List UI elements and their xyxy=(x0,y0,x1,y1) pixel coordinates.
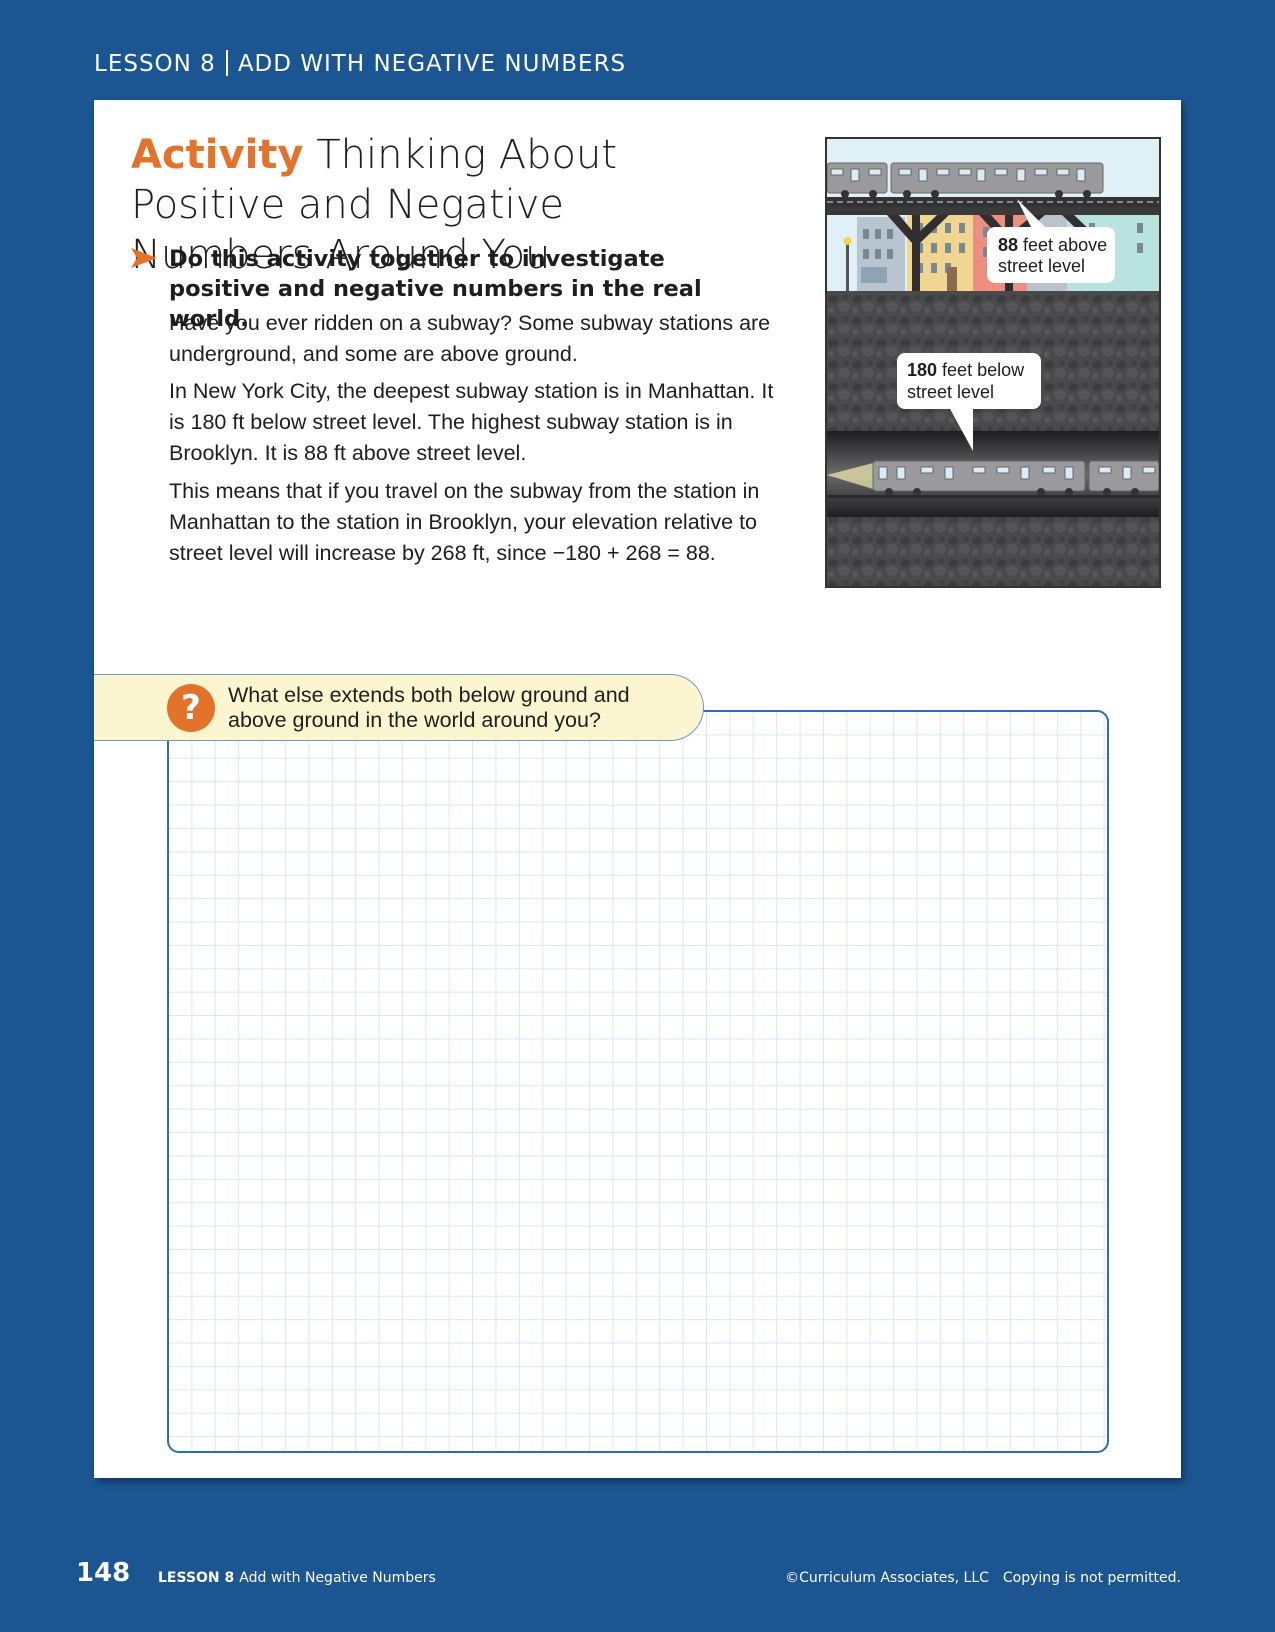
callout-above-line2: street level xyxy=(998,256,1085,276)
callout-below-value: 180 xyxy=(907,360,937,380)
footer-lesson-title: Add with Negative Numbers xyxy=(239,1570,436,1586)
footer-lesson: LESSON 8 Add with Negative Numbers xyxy=(158,1570,436,1586)
callout-below-line2: street level xyxy=(907,382,994,402)
page-number: 148 xyxy=(76,1558,131,1588)
paragraph-facts: In New York City, the deepest subway sta… xyxy=(169,379,774,465)
callout-above-value: 88 xyxy=(998,235,1018,255)
answer-grid[interactable] xyxy=(167,710,1109,1453)
svg-text:88 feet above: 88 feet above xyxy=(998,235,1107,255)
activity-label: Activity xyxy=(131,132,304,178)
lesson-label: LESSON 8 xyxy=(94,51,216,77)
callout-below-rest: feet below xyxy=(937,360,1025,380)
question-icon: ? xyxy=(167,684,215,732)
svg-text:180 feet below: 180 feet below xyxy=(907,360,1025,380)
subway-illustration: 88 feet above street level 180 feet belo… xyxy=(825,137,1161,588)
paragraph-explanation: This means that if you travel on the sub… xyxy=(169,479,760,565)
arrow-icon xyxy=(131,248,157,268)
prompt-text: What else extends both below ground and … xyxy=(228,683,630,733)
prompt-line-2: above ground in the world around you? xyxy=(228,708,601,732)
callout-above-rest: feet above xyxy=(1018,235,1107,255)
copy-notice: Copying is not permitted. xyxy=(1002,1570,1181,1586)
footer-lesson-label: LESSON 8 xyxy=(158,1570,235,1586)
lesson-title: ADD WITH NEGATIVE NUMBERS xyxy=(237,51,627,77)
lesson-header: LESSON 8 ADD WITH NEGATIVE NUMBERS xyxy=(94,50,626,77)
discussion-prompt: ? What else extends both below ground an… xyxy=(94,674,704,741)
footer-copyright: ©Curriculum Associates, LLC Copying is no… xyxy=(771,1570,1181,1586)
header-divider xyxy=(225,50,228,76)
worksheet-page: Activity Thinking About Positive and Neg… xyxy=(94,100,1181,1478)
subway-scene: 88 feet above street level 180 feet belo… xyxy=(827,139,1159,586)
copyright-text: ©Curriculum Associates, LLC xyxy=(785,1570,989,1586)
prompt-line-1: What else extends both below ground and xyxy=(228,683,630,707)
paragraph-intro: Have you ever ridden on a subway? Some s… xyxy=(169,311,771,366)
